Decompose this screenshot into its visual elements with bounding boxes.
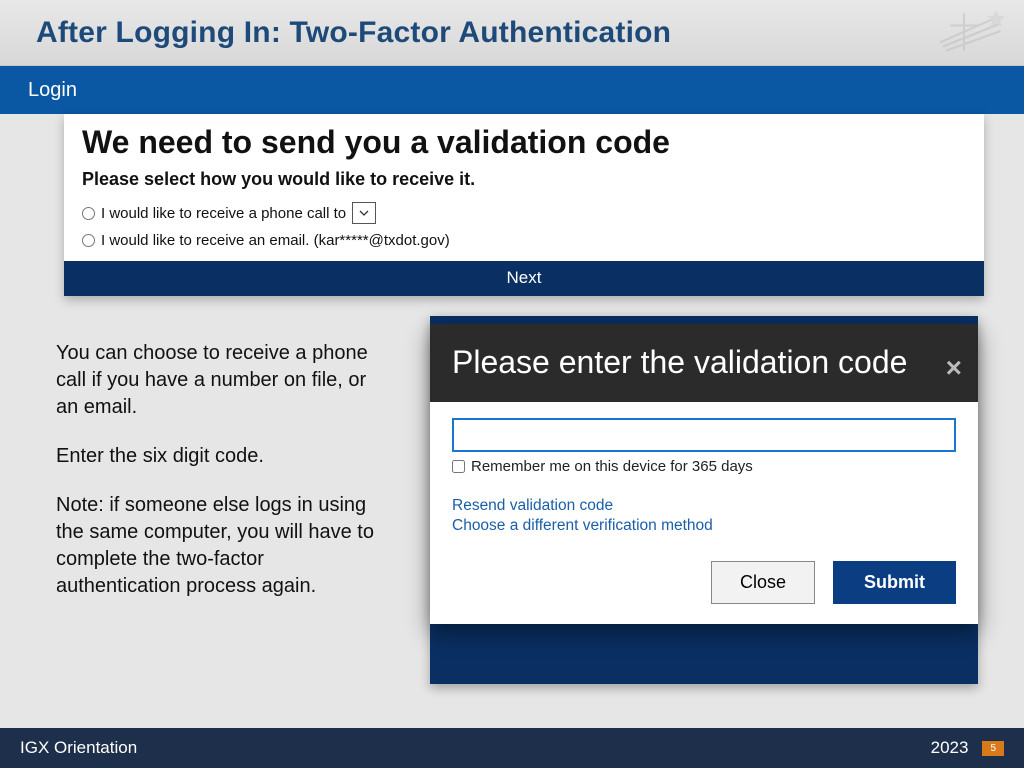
txdot-logo	[936, 4, 1006, 54]
footer-year: 2023	[931, 738, 969, 758]
slide-title: After Logging In: Two-Factor Authenticat…	[36, 16, 671, 50]
remember-row: Remember me on this device for 365 days	[452, 458, 956, 475]
resend-link[interactable]: Resend validation code	[452, 497, 956, 515]
option-email-radio[interactable]	[82, 234, 95, 247]
body-text: You can choose to receive a phone call i…	[56, 340, 386, 622]
phone-dropdown[interactable]	[352, 202, 376, 224]
option-phone-row: I would like to receive a phone call to	[82, 202, 966, 224]
validation-heading: We need to send you a validation code	[82, 124, 966, 161]
slide-footer: IGX Orientation 2023 5	[0, 728, 1024, 768]
modal-links: Resend validation code Choose a differen…	[452, 497, 956, 535]
different-method-link[interactable]: Choose a different verification method	[452, 517, 956, 535]
modal-actions: Close Submit	[452, 561, 956, 604]
modal-body: Remember me on this device for 365 days …	[430, 402, 978, 624]
login-bar: Login	[0, 66, 1024, 114]
next-button[interactable]: Next	[64, 261, 984, 296]
remember-label: Remember me on this device for 365 days	[471, 458, 753, 475]
option-email-row: I would like to receive an email. (kar**…	[82, 232, 966, 249]
validation-card: We need to send you a validation code Pl…	[64, 114, 984, 296]
slide-header: After Logging In: Two-Factor Authenticat…	[0, 0, 1024, 66]
submit-button[interactable]: Submit	[833, 561, 956, 604]
option-phone-radio[interactable]	[82, 207, 95, 220]
body-p2: Enter the six digit code.	[56, 443, 386, 470]
modal-title: Please enter the validation code	[452, 342, 956, 382]
validation-subheading: Please select how you would like to rece…	[82, 169, 966, 190]
validation-code-input[interactable]	[452, 418, 956, 452]
chevron-down-icon	[359, 210, 369, 216]
modal-header: Please enter the validation code ×	[430, 324, 978, 402]
body-p3: Note: if someone else logs in using the …	[56, 492, 386, 600]
login-label: Login	[28, 79, 77, 102]
validation-modal: Please enter the validation code × Remem…	[430, 324, 978, 624]
option-phone-label: I would like to receive a phone call to	[101, 205, 346, 222]
page-number-badge: 5	[982, 741, 1004, 756]
close-icon[interactable]: ×	[946, 352, 962, 384]
footer-left: IGX Orientation	[20, 738, 137, 758]
remember-checkbox[interactable]	[452, 460, 465, 473]
body-p1: You can choose to receive a phone call i…	[56, 340, 386, 421]
option-email-label: I would like to receive an email. (kar**…	[101, 232, 450, 249]
close-button[interactable]: Close	[711, 561, 815, 604]
